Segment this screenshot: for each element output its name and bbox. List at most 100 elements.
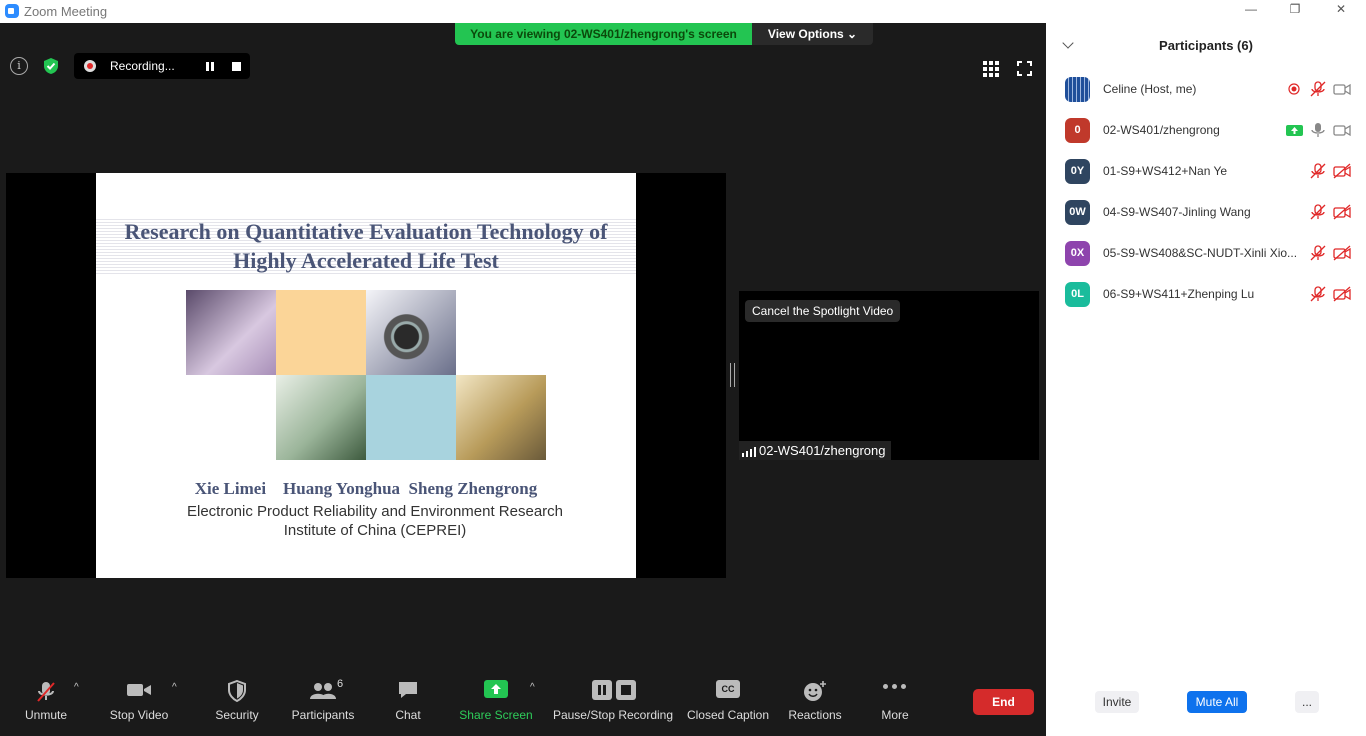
- institution-line1: Electronic Product Reliability and Envir…: [186, 503, 563, 520]
- avatar: 0L: [1065, 282, 1090, 307]
- muted-microphone-icon[interactable]: [1309, 245, 1327, 261]
- meeting-view: You are viewing 02-WS401/zhengrong's scr…: [0, 23, 1046, 736]
- avatar: [1065, 77, 1090, 102]
- close-button[interactable]: ✕: [1326, 2, 1356, 20]
- slide-title-line1: Research on Quantitative Evaluation Tech…: [124, 219, 608, 244]
- participant-row[interactable]: 0L 06-S9+WS411+Zhenping Lu: [1046, 280, 1366, 308]
- checkmark-image: [276, 375, 366, 460]
- video-nameplate: 02-WS401/zhengrong: [739, 441, 892, 460]
- stop-recording-icon[interactable]: [232, 62, 241, 71]
- reactions-emoji-icon: [804, 681, 826, 701]
- share-screen-icon: [484, 680, 508, 698]
- gallery-view-icon[interactable]: [983, 61, 999, 77]
- participant-name: 02-WS401/zhengrong: [1103, 123, 1220, 137]
- pause-icon: [592, 680, 612, 700]
- reactions-button[interactable]: Reactions: [786, 676, 844, 728]
- slide-title-line2: Highly Accelerated Life Test: [233, 248, 499, 273]
- participant-name: 04-S9-WS407-Jinling Wang: [1103, 205, 1251, 219]
- chat-bubble-icon: [399, 682, 417, 698]
- color-tile: [366, 375, 456, 460]
- video-off-icon[interactable]: [1333, 163, 1351, 179]
- video-off-icon[interactable]: [1333, 245, 1351, 261]
- closed-caption-icon: CC: [716, 680, 740, 698]
- unmute-button[interactable]: Unmute: [16, 676, 76, 728]
- participant-row[interactable]: 0Y 01-S9+WS412+Nan Ye: [1046, 157, 1366, 185]
- recording-controls-icon: [590, 680, 636, 702]
- avatar: 0X: [1065, 241, 1090, 266]
- end-meeting-button[interactable]: End: [973, 689, 1034, 715]
- video-options-caret-icon[interactable]: ^: [172, 682, 177, 693]
- muted-microphone-icon: [37, 682, 55, 702]
- closed-caption-button[interactable]: CC Closed Caption: [686, 676, 770, 728]
- resize-handle[interactable]: [730, 363, 735, 387]
- screen-sharing-icon: [1286, 125, 1303, 136]
- color-tile: [276, 290, 366, 375]
- participant-row[interactable]: 0X 05-S9-WS408&SC-NUDT-Xinli Xio...: [1046, 239, 1366, 267]
- participants-panel-title: Participants (6): [1159, 38, 1253, 53]
- slide-authors: Xie Limei Huang Yonghua Sheng Zhengrong: [194, 479, 538, 498]
- stop-video-label: Stop Video: [109, 708, 169, 722]
- chat-button[interactable]: Chat: [385, 676, 431, 728]
- microphone-icon[interactable]: [1309, 122, 1327, 138]
- participants-count-badge: 6: [337, 678, 344, 690]
- participant-row[interactable]: Celine (Host, me): [1046, 75, 1366, 103]
- institution-line2: Institute of China (CEPREI): [283, 522, 467, 539]
- pause-stop-recording-button[interactable]: Pause/Stop Recording: [552, 676, 674, 728]
- participants-icon: [310, 683, 336, 699]
- video-participant-name: 02-WS401/zhengrong: [759, 443, 886, 458]
- participant-name: 06-S9+WS411+Zhenping Lu: [1103, 287, 1255, 301]
- minimize-button[interactable]: —: [1236, 2, 1266, 20]
- participant-name: 01-S9+WS412+Nan Ye: [1103, 164, 1228, 178]
- share-screen-button[interactable]: Share Screen: [458, 676, 534, 728]
- participants-button[interactable]: 6 Participants: [288, 676, 358, 728]
- video-off-icon[interactable]: [1333, 286, 1351, 302]
- restore-button[interactable]: ❐: [1280, 2, 1310, 20]
- video-off-icon[interactable]: [1333, 204, 1351, 220]
- share-screen-label: Share Screen: [459, 708, 533, 722]
- viewing-message: You are viewing 02-WS401/zhengrong's scr…: [455, 23, 752, 45]
- window-title: Zoom Meeting: [24, 4, 108, 19]
- avatar: 0Y: [1065, 159, 1090, 184]
- video-camera-icon[interactable]: [1333, 81, 1351, 97]
- invite-button[interactable]: Invite: [1095, 691, 1139, 713]
- circuit-checkmark-image: [456, 375, 546, 460]
- avatar: 0: [1065, 118, 1090, 143]
- mute-all-button[interactable]: Mute All: [1187, 691, 1247, 713]
- security-button[interactable]: Security: [207, 676, 267, 728]
- muted-microphone-icon[interactable]: [1309, 163, 1327, 179]
- presentation-slide: Research on Quantitative Evaluation Tech…: [96, 173, 636, 578]
- computer-image: [186, 290, 276, 375]
- audio-options-caret-icon[interactable]: ^: [74, 682, 79, 693]
- muted-microphone-icon[interactable]: [1309, 286, 1327, 302]
- video-camera-icon[interactable]: [1333, 122, 1351, 138]
- video-camera-icon: [127, 684, 151, 696]
- info-icon[interactable]: i: [10, 57, 28, 75]
- participant-row[interactable]: 0 02-WS401/zhengrong: [1046, 116, 1366, 144]
- disc-image: [366, 290, 456, 375]
- more-button[interactable]: More: [870, 676, 920, 728]
- pause-recording-icon[interactable]: [206, 62, 215, 71]
- meeting-toolbar: Unmute ^ Stop Video ^ Security 6 Partici…: [0, 668, 1046, 736]
- title-bar: Zoom Meeting — ❐ ✕: [0, 0, 1366, 23]
- participants-panel: Participants (6) Celine (Host, me) 0 02-…: [1046, 23, 1366, 736]
- slide-title: Research on Quantitative Evaluation Tech…: [96, 217, 636, 275]
- recording-label: Recording...: [110, 59, 175, 73]
- encryption-shield-icon[interactable]: [42, 57, 60, 75]
- closed-caption-label: Closed Caption: [686, 708, 770, 722]
- spotlight-video[interactable]: Cancel the Spotlight Video 02-WS401/zhen…: [739, 291, 1039, 460]
- stop-video-button[interactable]: Stop Video: [104, 676, 174, 728]
- view-options-button[interactable]: View Options ⌄: [752, 23, 873, 45]
- reactions-label: Reactions: [788, 708, 842, 722]
- cancel-spotlight-button[interactable]: Cancel the Spotlight Video: [745, 300, 901, 322]
- muted-microphone-icon[interactable]: [1309, 204, 1327, 220]
- share-options-caret-icon[interactable]: ^: [530, 682, 535, 693]
- more-options-button[interactable]: ...: [1295, 691, 1319, 713]
- participant-row[interactable]: 0W 04-S9-WS407-Jinling Wang: [1046, 198, 1366, 226]
- viewing-banner: You are viewing 02-WS401/zhengrong's scr…: [455, 23, 873, 45]
- muted-microphone-icon[interactable]: [1309, 81, 1327, 97]
- zoom-logo-icon: [5, 4, 19, 18]
- security-shield-icon: [228, 680, 246, 702]
- participant-name: Celine (Host, me): [1103, 82, 1197, 96]
- avatar: 0W: [1065, 200, 1090, 225]
- fullscreen-icon[interactable]: [1017, 61, 1032, 76]
